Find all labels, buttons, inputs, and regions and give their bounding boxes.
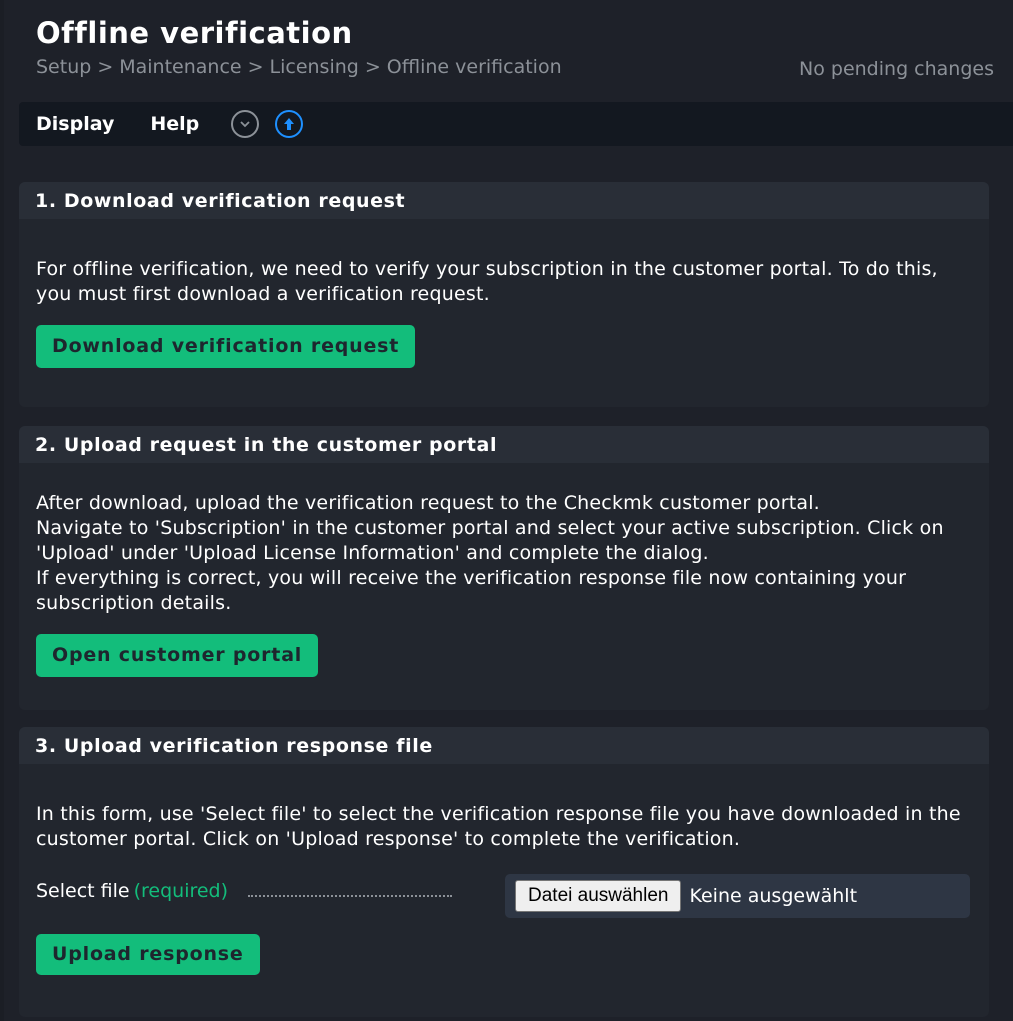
- upload-arrow-icon[interactable]: [275, 110, 304, 138]
- label-leader-dots: [248, 883, 452, 897]
- section-upload-response: 3. Upload verification response file In …: [19, 727, 989, 1017]
- page-title: Offline verification: [36, 16, 353, 50]
- section-download-request: 1. Download verification request For off…: [19, 182, 989, 407]
- choose-file-button[interactable]: Datei auswählen: [515, 880, 682, 912]
- section-description-line: After download, upload the verification …: [36, 492, 820, 514]
- file-input[interactable]: Datei auswählen Keine ausgewählt: [505, 874, 970, 918]
- section-header: 2. Upload request in the customer portal: [19, 426, 989, 463]
- required-indicator: (required): [133, 880, 229, 902]
- pending-changes-status[interactable]: No pending changes: [799, 58, 994, 80]
- menu-help[interactable]: Help: [150, 113, 199, 135]
- section-description: For offline verification, we need to ver…: [36, 258, 938, 305]
- menu-bar: Display Help: [19, 102, 1013, 146]
- page: Offline verification Setup > Maintenance > L…: [0, 0, 1013, 1021]
- section-description-line: If everything is correct, you will recei…: [36, 567, 907, 614]
- breadcrumb-separator: >: [247, 56, 264, 78]
- select-file-row: Select file (required) Datei auswählen Ke…: [36, 874, 972, 918]
- menu-display[interactable]: Display: [36, 113, 114, 135]
- breadcrumb-licensing[interactable]: Licensing: [270, 56, 359, 78]
- breadcrumb-separator: >: [97, 56, 114, 78]
- chevron-down-icon[interactable]: [231, 110, 260, 138]
- breadcrumb-maintenance[interactable]: Maintenance: [119, 56, 241, 78]
- select-file-label: Select file (required): [36, 880, 228, 902]
- breadcrumb-current: Offline verification: [386, 56, 562, 78]
- download-verification-request-button[interactable]: Download verification request: [36, 325, 416, 368]
- section-description-line: Navigate to 'Subscription' in the custom…: [36, 517, 944, 564]
- breadcrumb-setup[interactable]: Setup: [36, 56, 91, 78]
- section-header: 3. Upload verification response file: [19, 727, 989, 764]
- open-customer-portal-button[interactable]: Open customer portal: [36, 634, 319, 677]
- breadcrumb: Setup > Maintenance > Licensing > Offline veri…: [36, 56, 562, 78]
- breadcrumb-separator: >: [364, 56, 381, 78]
- section-header: 1. Download verification request: [19, 182, 989, 219]
- left-edge: [0, 0, 4, 1021]
- file-status: Keine ausgewählt: [689, 885, 858, 907]
- section-upload-portal: 2. Upload request in the customer portal…: [19, 426, 989, 710]
- section-description: In this form, use 'Select file' to selec…: [36, 803, 961, 850]
- upload-response-button[interactable]: Upload response: [36, 934, 260, 975]
- select-file-label-text: Select file: [36, 880, 130, 902]
